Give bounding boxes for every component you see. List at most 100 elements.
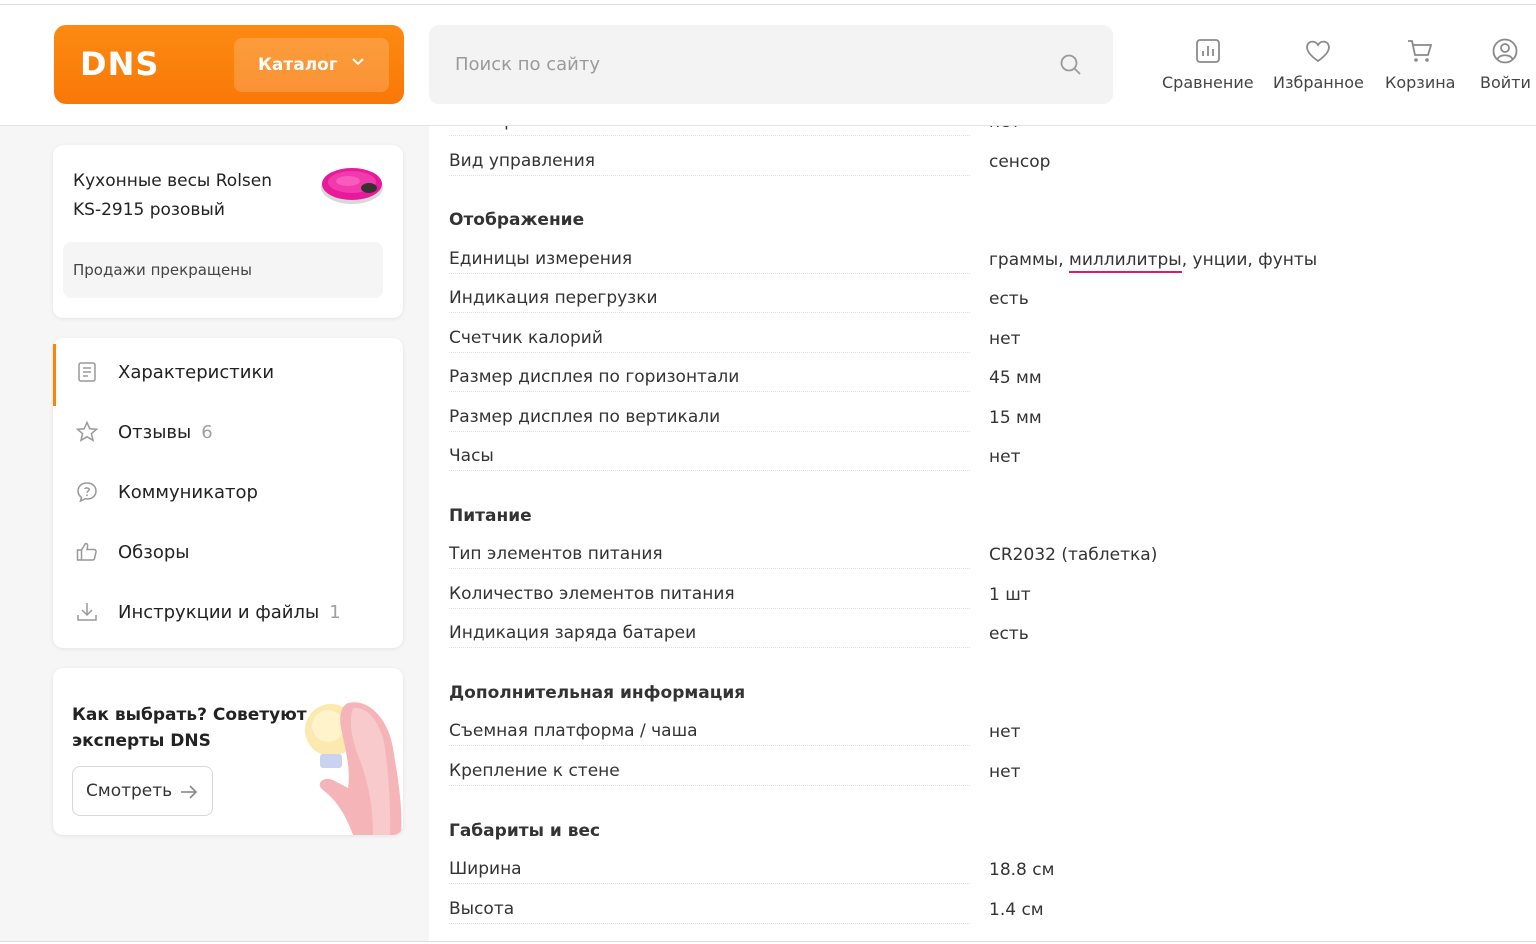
- spec-value: нет: [989, 447, 1021, 467]
- spec-value: нет: [989, 329, 1021, 349]
- download-icon: [77, 603, 97, 621]
- nav-favorites[interactable]: Избранное: [1273, 37, 1364, 92]
- spec-name: Вид управления: [449, 146, 970, 176]
- menu-label-text: Отзывы: [118, 421, 192, 443]
- units-highlighted: миллилитры: [1069, 250, 1182, 273]
- search-icon[interactable]: [1059, 53, 1083, 77]
- spec-group-heading-display: Отображение: [449, 210, 585, 230]
- cart-icon: [1408, 40, 1433, 62]
- nav-compare[interactable]: Сравнение: [1162, 37, 1254, 92]
- product-title[interactable]: Кухонные весы Rolsen KS-2915 розовый: [73, 167, 303, 225]
- catalog-label: Каталог: [258, 55, 338, 75]
- search-input[interactable]: [429, 25, 1029, 104]
- expert-title: Как выбрать? Советуют эксперты DNS: [72, 705, 307, 751]
- watch-button-label: Смотреть: [86, 781, 173, 801]
- heart-icon: [1306, 40, 1331, 63]
- lightbulb-hand-illustration: [305, 702, 402, 835]
- logo-block: DNS Каталог: [54, 25, 404, 104]
- spec-name: Высота: [449, 894, 970, 924]
- spec-row-timer: Таймер нет: [449, 126, 1529, 136]
- search-box: [429, 25, 1113, 104]
- compare-icon: [1195, 39, 1220, 63]
- spec-value: нет: [989, 722, 1021, 742]
- menu-item-label: Коммуникатор: [118, 482, 258, 503]
- arrow-right-icon: [181, 785, 198, 799]
- spec-row: Количество элементов питания 1 шт: [449, 579, 1529, 609]
- nav-login-label: Войти: [1480, 73, 1531, 92]
- spec-row: Размер дисплея по горизонтали 45 мм: [449, 362, 1529, 392]
- spec-value: 18.8 см: [989, 860, 1055, 880]
- manuals-count: 1: [329, 601, 341, 623]
- product-thumbnail[interactable]: [319, 163, 385, 207]
- spec-value: есть: [989, 624, 1029, 644]
- spec-row: Индикация заряда батареи есть: [449, 618, 1529, 648]
- spec-name: Часы: [449, 441, 970, 471]
- spec-row: Счетчик калорий нет: [449, 323, 1529, 353]
- spec-row: Ширина 18.8 см: [449, 854, 1529, 884]
- catalog-button[interactable]: Каталог: [234, 38, 389, 92]
- nav-cart[interactable]: Корзина: [1385, 37, 1455, 92]
- spec-name: Индикация заряда батареи: [449, 618, 970, 648]
- menu-item-overviews[interactable]: Обзоры: [53, 522, 403, 582]
- units-part-c: , унции, фунты: [1181, 250, 1318, 270]
- spec-name: Съемная платформа / чаша: [449, 716, 970, 746]
- spec-row: Крепление к стене нет: [449, 756, 1529, 786]
- watch-button[interactable]: Смотреть: [72, 766, 213, 816]
- spec-row: Высота 1.4 см: [449, 894, 1529, 924]
- spec-value: нет: [989, 762, 1021, 782]
- spec-name: Количество элементов питания: [449, 579, 970, 609]
- spec-name: Индикация перегрузки: [449, 283, 970, 313]
- sale-status: Продажи прекращены: [63, 242, 383, 298]
- spec-value: 45 мм: [989, 368, 1042, 388]
- spec-name: Таймер: [449, 126, 970, 136]
- document-icon: [78, 362, 96, 382]
- expert-advice-card: Как выбрать? Советуют эксперты DNS Смотр…: [53, 668, 403, 835]
- spec-value: 15 мм: [989, 408, 1042, 428]
- product-section-menu: Характеристики Отзывы 6 Коммуникатор Обзо…: [53, 338, 403, 648]
- thumbs-up-icon: [76, 542, 97, 561]
- site-header: DNS Каталог Сравнение Избранное: [0, 5, 1536, 126]
- menu-label-text: Коммуникатор: [118, 481, 258, 503]
- nav-cart-label: Корзина: [1385, 73, 1456, 92]
- spec-name: Ширина: [449, 854, 970, 884]
- spec-group-heading-power: Питание: [449, 506, 532, 526]
- spec-row: Съемная платформа / чаша нет: [449, 716, 1529, 746]
- menu-label-text: Обзоры: [118, 541, 190, 563]
- nav-favorites-label: Избранное: [1273, 73, 1364, 92]
- user-icon: [1493, 38, 1518, 64]
- spec-value: нет: [989, 126, 1020, 138]
- spec-value-units: граммы, миллилитры, унции, фунты: [989, 244, 1317, 276]
- spec-value: CR2032 (таблетка): [989, 545, 1158, 565]
- spec-value: 1.4 см: [989, 900, 1044, 920]
- menu-label-text: Инструкции и файлы: [118, 601, 320, 623]
- menu-item-label: Отзывы 6: [118, 422, 213, 443]
- menu-item-label: Обзоры: [118, 542, 190, 563]
- nav-compare-label: Сравнение: [1162, 73, 1254, 92]
- spec-value: сенсор: [989, 152, 1051, 172]
- spec-value: есть: [989, 289, 1029, 309]
- star-icon: [75, 420, 99, 442]
- menu-item-label: Инструкции и файлы 1: [118, 602, 341, 623]
- chat-question-icon: [77, 482, 97, 503]
- spec-name: Размер дисплея по горизонтали: [449, 362, 970, 392]
- nav-login[interactable]: Войти: [1480, 37, 1531, 92]
- spec-name: Крепление к стене: [449, 756, 970, 786]
- menu-item-reviews[interactable]: Отзывы 6: [53, 402, 403, 462]
- menu-item-label: Характеристики: [118, 362, 274, 383]
- spec-name: Тип элементов питания: [449, 539, 970, 569]
- spec-row-units: Единицы измерения граммы, миллилитры, ун…: [449, 244, 1529, 274]
- spec-group-heading-size: Габариты и вес: [449, 821, 601, 841]
- spec-group-heading-extra: Дополнительная информация: [449, 683, 746, 703]
- dns-logo[interactable]: DNS: [80, 45, 159, 83]
- menu-item-communicator[interactable]: Коммуникатор: [53, 462, 403, 522]
- spec-row-control: Вид управления сенсор: [449, 146, 1529, 176]
- spec-row: Индикация перегрузки есть: [449, 283, 1529, 313]
- spec-row: Размер дисплея по вертикали 15 мм: [449, 402, 1529, 432]
- menu-item-manuals[interactable]: Инструкции и файлы 1: [53, 582, 403, 642]
- spec-name: Размер дисплея по вертикали: [449, 402, 970, 432]
- spec-name: Счетчик калорий: [449, 323, 970, 353]
- units-part-a: граммы,: [989, 250, 1070, 270]
- spec-row: Часы нет: [449, 441, 1529, 471]
- spec-value: 1 шт: [989, 585, 1031, 605]
- menu-item-specs[interactable]: Характеристики: [53, 342, 403, 406]
